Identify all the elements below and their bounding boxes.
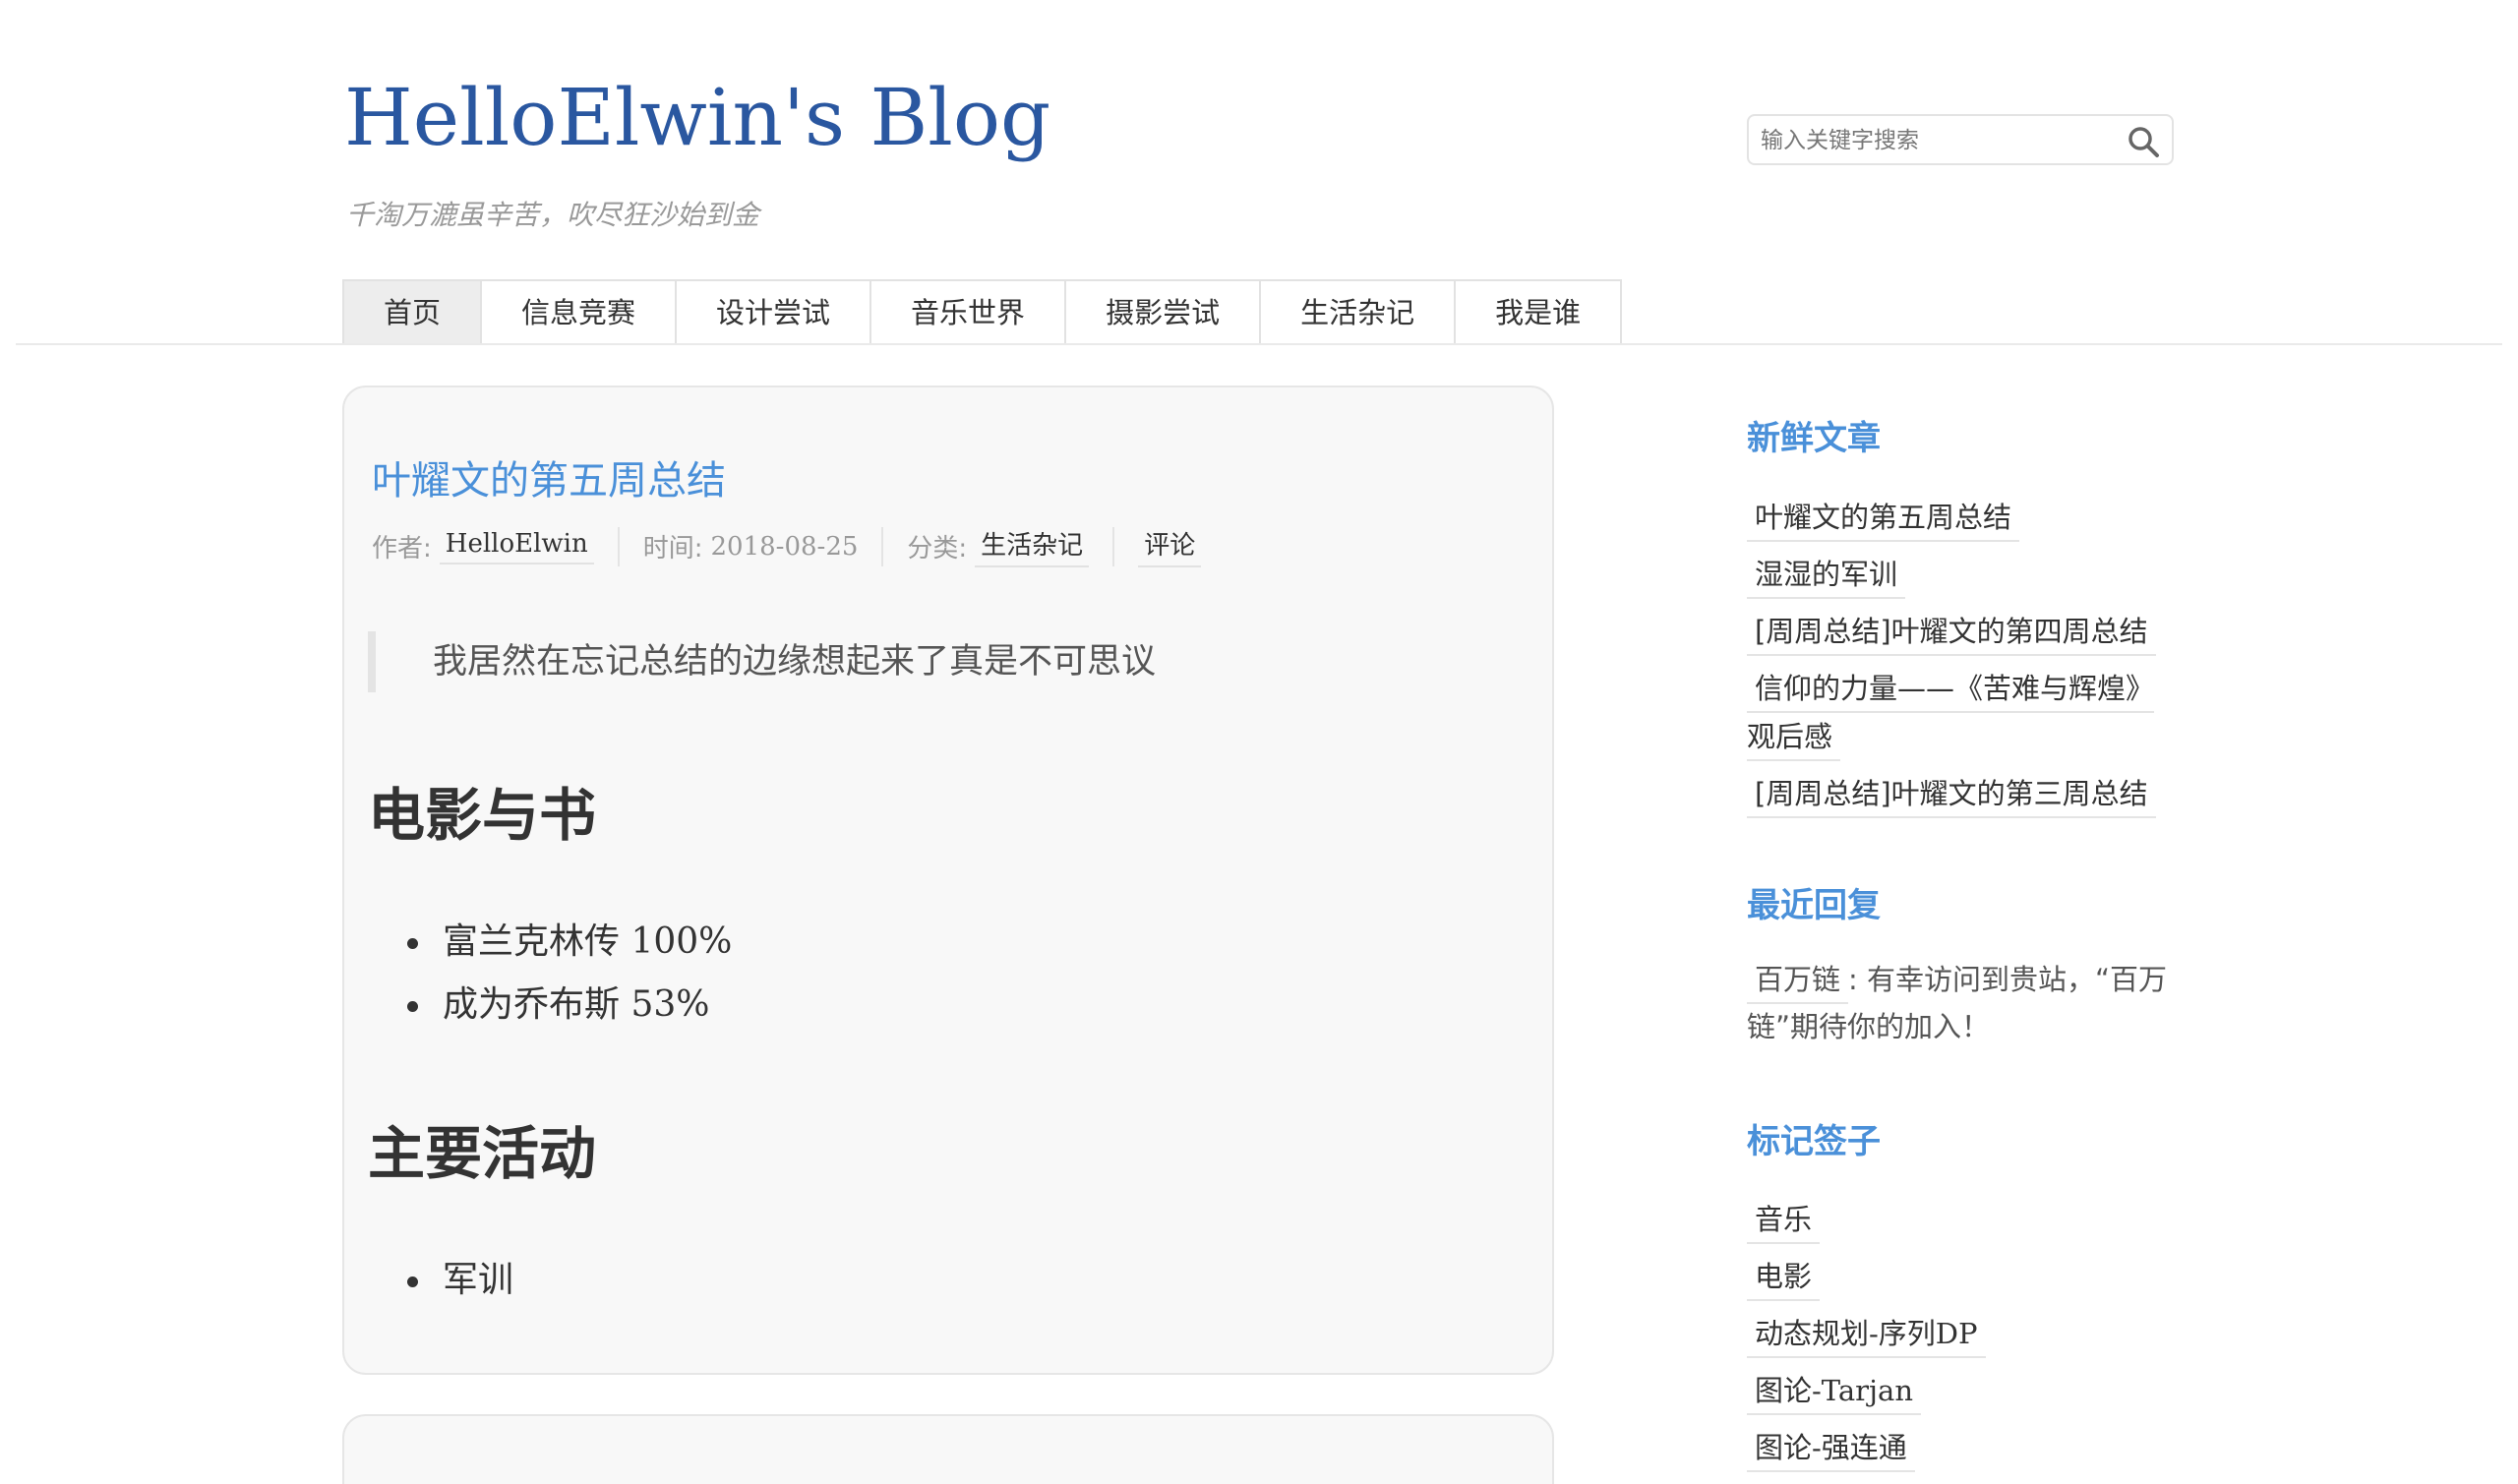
section-list: 军训	[407, 1249, 513, 1312]
tags-title: 标记签子	[1747, 1122, 1881, 1161]
tag-link[interactable]: 图论-Tarjan	[1747, 1374, 1922, 1415]
post-card: 叶耀文的第五周总结 作者: HelloElwin 时间: 2018-08-25 …	[342, 386, 1554, 1375]
recent-post-item: [周周总结]叶耀文的第四周总结	[1747, 608, 2180, 656]
recent-posts-list: 叶耀文的第五周总结 湿湿的军训 [周周总结]叶耀文的第四周总结 信仰的力量——《…	[1747, 494, 2180, 827]
nav-item-about[interactable]: 我是谁	[1456, 281, 1620, 344]
list-item: 成为乔布斯 53%	[407, 974, 732, 1037]
main-nav: 首页 信息竞赛 设计尝试 音乐世界 摄影尝试 生活杂记 我是谁	[342, 279, 1623, 344]
recent-post-item: 湿湿的军训	[1747, 551, 2180, 599]
nav-item-design[interactable]: 设计尝试	[677, 281, 872, 344]
recent-post-link[interactable]: [周周总结]叶耀文的第三周总结	[1747, 777, 2156, 818]
comments-link[interactable]: 评论	[1138, 525, 1202, 567]
meta-divider	[617, 526, 620, 566]
header-divider	[16, 343, 2502, 345]
recent-post-link[interactable]: [周周总结]叶耀文的第四周总结	[1747, 615, 2156, 656]
post-meta: 作者: HelloElwin 时间: 2018-08-25 分类: 生活杂记 评…	[372, 525, 1202, 567]
recent-post-link[interactable]: 湿湿的军训	[1747, 558, 1906, 599]
tag-link[interactable]: 音乐	[1747, 1203, 1821, 1244]
list-item-text: 富兰克林传	[443, 921, 621, 962]
recent-post-item: 叶耀文的第五周总结	[1747, 494, 2180, 542]
post-title[interactable]: 叶耀文的第五周总结	[372, 448, 726, 505]
list-item: 军训	[407, 1249, 513, 1312]
author-label: 作者:	[372, 534, 432, 564]
recent-post-item: [周周总结]叶耀文的第三周总结	[1747, 770, 2180, 818]
recent-post-link[interactable]: 叶耀文的第五周总结	[1747, 501, 2020, 542]
meta-divider	[881, 526, 884, 566]
nav-item-home[interactable]: 首页	[344, 281, 483, 344]
list-item-text: 成为乔布斯	[443, 984, 621, 1025]
list-item-percent: 53%	[630, 984, 710, 1025]
search-input[interactable]	[1759, 116, 2117, 165]
post-date: 2018-08-25	[710, 531, 859, 562]
nav-item-music[interactable]: 音乐世界	[871, 281, 1067, 344]
next-post-card	[342, 1414, 1554, 1484]
category-link[interactable]: 生活杂记	[975, 525, 1090, 567]
tag-item: 动态规划-序列DP	[1747, 1310, 2180, 1358]
tag-item: 图论-强连通	[1747, 1424, 2180, 1472]
tag-link[interactable]: 图论-强连通	[1747, 1431, 1915, 1472]
search-box	[1747, 114, 2174, 165]
recent-post-item: 信仰的力量——《苦难与辉煌》观后感	[1747, 665, 2180, 761]
list-item-text: 军训	[443, 1260, 514, 1300]
recent-comments-title: 最近回复	[1747, 886, 1881, 925]
author-link[interactable]: HelloElwin	[439, 529, 594, 564]
recent-comment-item: 百万链: 有幸访问到贵站，“百万链”期待你的加入！	[1747, 956, 2180, 1050]
tag-link[interactable]: 电影	[1747, 1260, 1821, 1301]
tag-item: 图论-Tarjan	[1747, 1367, 2180, 1415]
site-title[interactable]: HelloElwin's Blog	[344, 79, 1050, 157]
comment-author-link[interactable]: 百万链	[1747, 963, 1849, 1004]
recent-posts-title: 新鲜文章	[1747, 419, 1881, 458]
nav-item-life[interactable]: 生活杂记	[1261, 281, 1457, 344]
tag-item: 电影	[1747, 1253, 2180, 1301]
list-item: 富兰克林传 100%	[407, 911, 732, 974]
category-label: 分类:	[907, 534, 968, 564]
tag-link[interactable]: 动态规划-序列DP	[1747, 1317, 1986, 1358]
tags-list: 音乐 电影 动态规划-序列DP 图论-Tarjan 图论-强连通	[1747, 1196, 2180, 1481]
list-item-percent: 100%	[630, 921, 733, 962]
section-heading: 主要活动	[368, 1120, 597, 1187]
section-list: 富兰克林传 100% 成为乔布斯 53%	[407, 911, 732, 1037]
meta-divider	[1112, 526, 1115, 566]
post-quote: 我居然在忘记总结的边缘想起来了真是不可思议	[368, 631, 1156, 692]
nav-item-photography[interactable]: 摄影尝试	[1066, 281, 1262, 344]
recent-post-link[interactable]: 信仰的力量——《苦难与辉煌》观后感	[1747, 672, 2155, 761]
site-description: 千淘万漉虽辛苦，吹尽狂沙始到金	[346, 199, 760, 231]
page: HelloElwin's Blog 千淘万漉虽辛苦，吹尽狂沙始到金 首页 信息竞…	[0, 0, 2518, 1484]
search-icon[interactable]	[2127, 125, 2160, 158]
tag-item: 音乐	[1747, 1196, 2180, 1244]
time-label: 时间:	[642, 534, 703, 564]
nav-item-contests[interactable]: 信息竞赛	[482, 281, 678, 344]
section-heading: 电影与书	[368, 782, 597, 849]
